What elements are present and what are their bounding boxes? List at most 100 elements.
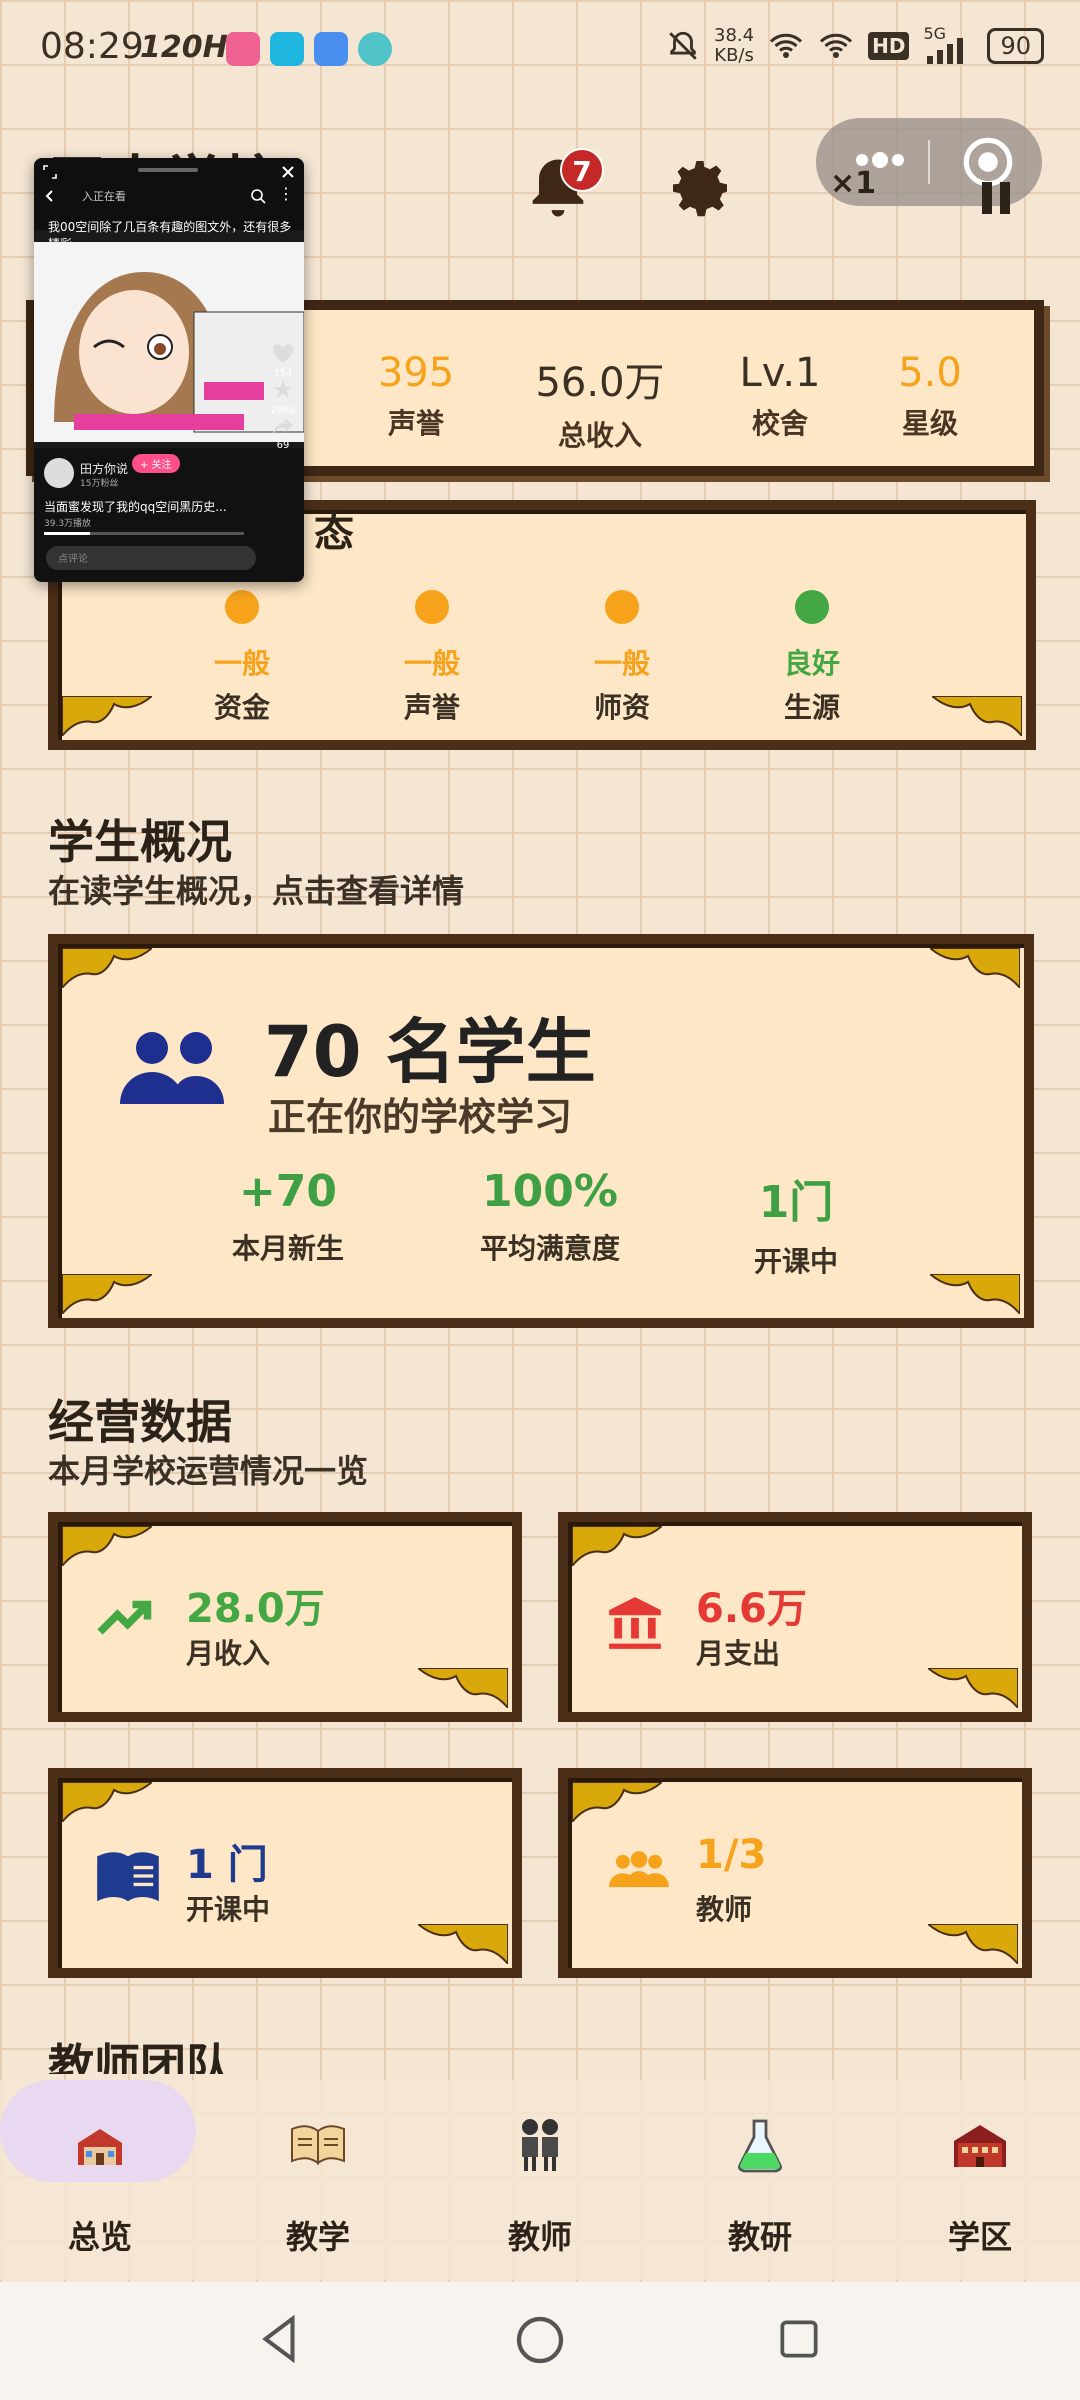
- teachers-icon: [609, 1851, 669, 1888]
- app-notification-icon: [358, 32, 392, 66]
- status-teachers: 一般 师资: [552, 590, 692, 726]
- stat-reputation: 395 声誉: [336, 350, 496, 442]
- pip-video-window[interactable]: 入正在看 ⋮ 我00空间除了几百条有趣的图文外，还有很多精彩... 田方你说 +…: [34, 158, 304, 582]
- pip-progress[interactable]: [44, 532, 244, 535]
- recents-square-icon[interactable]: [774, 2314, 824, 2364]
- kpi-value: 100%: [482, 1166, 618, 1217]
- net-speed-value: 38.4: [714, 25, 755, 46]
- stat-value: 56.0万: [535, 360, 665, 406]
- share-count: 69: [276, 440, 290, 451]
- ornament-corner: [930, 948, 1020, 988]
- nav-item-teaching[interactable]: 教学: [218, 2080, 418, 2280]
- ornament-corner: [62, 696, 152, 736]
- back-triangle-icon[interactable]: [252, 2312, 306, 2366]
- expand-icon[interactable]: [42, 164, 58, 180]
- avatar[interactable]: [44, 458, 74, 488]
- tap-icon: [270, 32, 304, 66]
- net-speed-unit: KB/s: [714, 45, 754, 66]
- like-icon[interactable]: [272, 344, 294, 364]
- nav-label: 教研: [727, 2218, 792, 2256]
- comic-image: [34, 242, 304, 442]
- stat-label: 校舍: [751, 407, 808, 440]
- ornament-corner: [62, 1526, 152, 1566]
- status-state: 一般: [403, 647, 460, 680]
- ops-section-subtitle: 本月学校运营情况一览: [48, 1452, 369, 1490]
- card-teachers[interactable]: 1/3 教师: [558, 1768, 1032, 1978]
- teacher-pair-icon: [522, 2119, 558, 2171]
- star-count: 2666: [270, 405, 296, 416]
- miniprogram-capsule: ×1: [816, 118, 1042, 214]
- status-state: 良好: [783, 647, 840, 680]
- app-notification-icon: [314, 32, 348, 66]
- back-icon[interactable]: [42, 188, 58, 204]
- comment-input[interactable]: 点评论: [46, 546, 256, 570]
- star-icon[interactable]: [272, 379, 294, 401]
- status-dot: [415, 590, 449, 624]
- ornament-corner: [572, 1526, 662, 1566]
- ornament-corner: [928, 1668, 1018, 1708]
- status-dot: [605, 590, 639, 624]
- campus-icon: [954, 2125, 1006, 2167]
- kpi-label: 开课中: [753, 1245, 838, 1278]
- status-section-title: 态: [314, 510, 354, 556]
- gear-icon: [673, 161, 727, 217]
- status-state: 一般: [213, 647, 270, 680]
- card-value: 28.0万: [186, 1586, 325, 1632]
- ornament-corner: [418, 1924, 508, 1964]
- status-label: 生源: [783, 691, 840, 724]
- close-icon[interactable]: [280, 164, 296, 180]
- nav-item-campus[interactable]: 学区: [880, 2080, 1080, 2280]
- card-label: 开课中: [186, 1893, 271, 1926]
- stat-label: 星级: [901, 407, 958, 440]
- card-value: 1/3: [696, 1832, 767, 1878]
- student-count: 70 名学生: [264, 1011, 596, 1093]
- card-courses[interactable]: 1 门 开课中: [48, 1768, 522, 1978]
- settings-button[interactable]: [664, 152, 736, 224]
- share-icon[interactable]: [272, 416, 294, 436]
- search-icon[interactable]: [250, 188, 266, 204]
- bank-icon: [609, 1597, 661, 1649]
- status-state: 一般: [593, 647, 650, 680]
- status-label: 资金: [213, 691, 270, 724]
- stat-total-income: 56.0万 总收入: [500, 350, 700, 454]
- stat-stars: 5.0 星级: [850, 350, 1010, 442]
- ornament-corner: [62, 1274, 152, 1314]
- pip-drag-handle[interactable]: [138, 168, 198, 172]
- card-monthly-expense[interactable]: 6.6万 月支出: [558, 1512, 1032, 1722]
- wifi-icon: [770, 33, 803, 58]
- students-section-title: 学生概况: [48, 815, 232, 869]
- pip-breadcrumb: 入正在看: [82, 190, 126, 203]
- nav-label: 总览: [67, 2218, 132, 2256]
- nav-item-overview[interactable]: 总览: [0, 2080, 200, 2280]
- ornament-corner: [932, 696, 1022, 736]
- follow-button[interactable]: + 关注: [132, 454, 180, 473]
- ornament-corner: [572, 1782, 662, 1822]
- pause-icon: [982, 182, 1010, 214]
- speed-label: ×1: [830, 166, 877, 201]
- status-bar: 08:29 120Hz 38.4 KB/s HD 5G 90: [0, 0, 1080, 96]
- students-section-subtitle: 在读学生概况，点击查看详情: [48, 872, 465, 910]
- nav-item-research[interactable]: 教研: [660, 2080, 860, 2280]
- pip-author: 田方你说: [80, 462, 129, 476]
- students-card[interactable]: 70 名学生 正在你的学校学习 +70 本月新生 100% 平均满意度 1门 开…: [48, 934, 1034, 1328]
- nav-label: 学区: [947, 2218, 1012, 2256]
- teachers-section-title: 教师团队: [48, 2039, 232, 2074]
- stat-value: Lv.1: [739, 350, 821, 396]
- ornament-corner: [930, 1274, 1020, 1314]
- hd-badge: HD: [868, 32, 910, 60]
- capsule-divider: [928, 140, 930, 184]
- pip-actions: 154 2666 69: [266, 344, 300, 451]
- trending-up-icon: [97, 1600, 152, 1635]
- open-book-icon: [291, 2125, 345, 2165]
- kpi-value: +70: [238, 1166, 338, 1217]
- comic-thumbnail: [34, 242, 304, 442]
- stat-building: Lv.1 校舍: [700, 350, 860, 442]
- book-icon: [97, 1852, 159, 1902]
- card-monthly-income[interactable]: 28.0万 月收入: [48, 1512, 522, 1722]
- more-vertical-icon[interactable]: ⋮: [278, 184, 294, 203]
- stat-value: 5.0: [898, 350, 962, 396]
- status-label: 师资: [593, 691, 650, 724]
- student-desc: 正在你的学校学习: [268, 1095, 573, 1139]
- home-circle-icon[interactable]: [512, 2312, 568, 2368]
- nav-item-teachers[interactable]: 教师: [440, 2080, 640, 2280]
